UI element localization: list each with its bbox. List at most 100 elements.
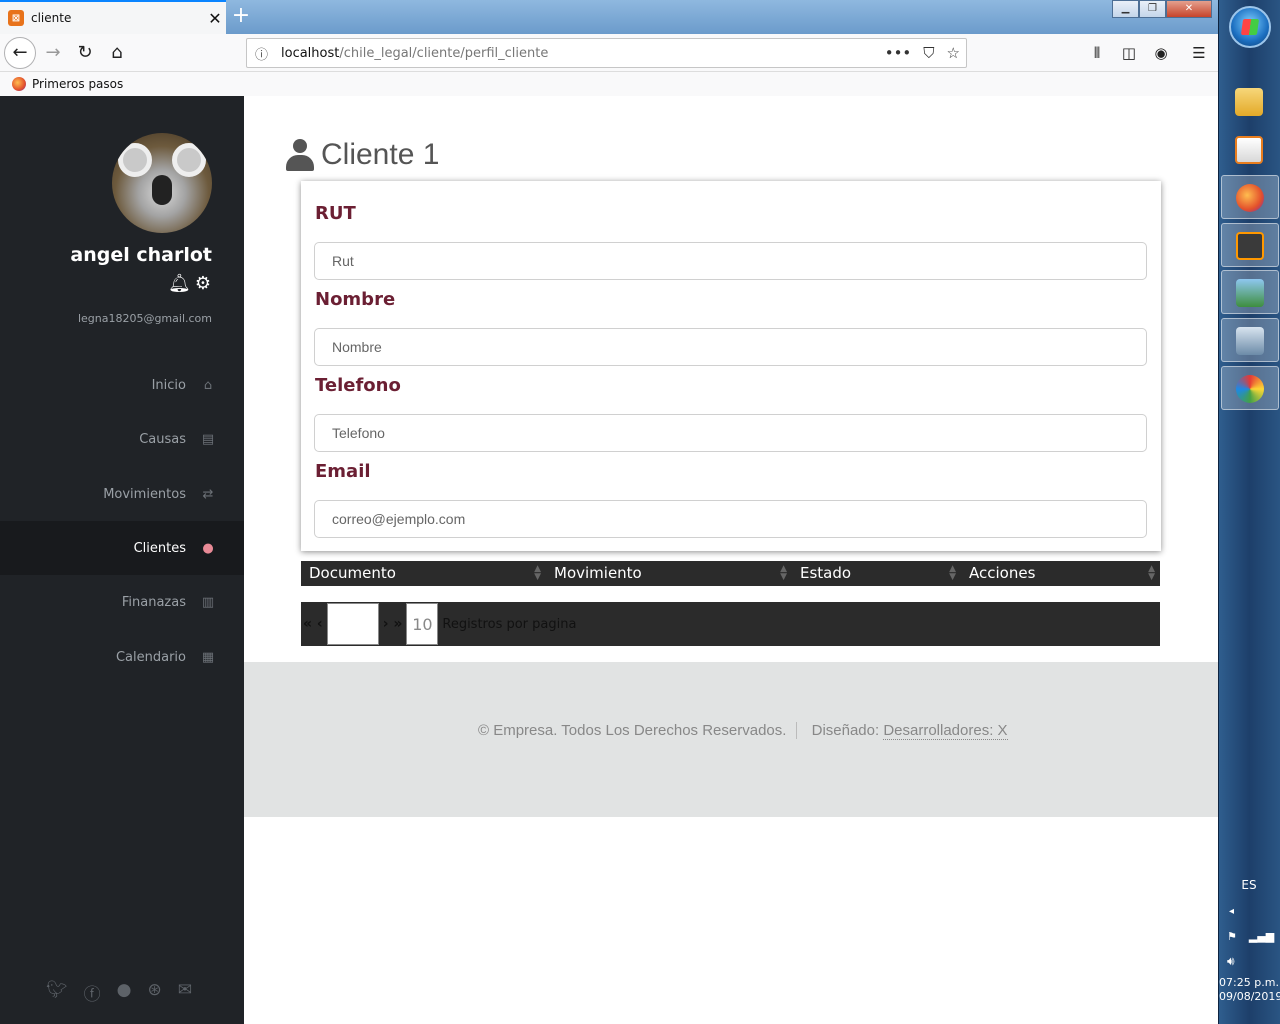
page-number-input[interactable]	[326, 603, 379, 645]
url-host: localhost	[281, 45, 340, 61]
bookmark-primeros-pasos[interactable]: Primeros pasos	[32, 77, 123, 91]
site-info-icon[interactable]: ⓘ	[255, 44, 271, 63]
system-clock[interactable]: 07:25 p.m. 09/08/2019	[1219, 976, 1280, 1004]
page-title: Cliente 1	[286, 138, 439, 172]
pocket-icon[interactable]: ⛉	[923, 44, 934, 62]
column-label: Documento	[309, 564, 396, 582]
dribbble-icon[interactable]: ⊛	[147, 980, 161, 1005]
sidebar: angel charlot 🔔︎ ⚙ legna18205@gmail.com …	[0, 96, 244, 1024]
client-form-card: RUT Nombre Telefono Email	[301, 181, 1161, 551]
reload-icon[interactable]: ↻	[70, 38, 100, 68]
paint-icon[interactable]	[1221, 366, 1279, 410]
per-page-select[interactable]: 10	[406, 603, 439, 645]
column-header-acciones[interactable]: Acciones ▲ ▼	[961, 561, 1160, 586]
telefono-label: Telefono	[315, 375, 401, 396]
nombre-field[interactable]	[314, 328, 1147, 366]
bar-chart-icon: ▥	[201, 594, 215, 610]
window-controls: ▁ ❐ ✕	[1112, 0, 1212, 18]
page-actions-icon[interactable]: •••	[885, 44, 912, 62]
column-label: Estado	[800, 564, 852, 582]
clock-time: 07:25 p.m.	[1219, 976, 1279, 989]
image-viewer-icon[interactable]	[1221, 270, 1279, 314]
facebook-icon[interactable]: ⓕ	[84, 980, 101, 1005]
sort-icon: ▲ ▼	[949, 564, 956, 582]
media-player-icon[interactable]	[1221, 128, 1279, 172]
footer: © Empresa. Todos Los Derechos Reservados…	[244, 662, 1218, 817]
user-icon: ●	[202, 540, 214, 556]
table-header: Documento ▲ ▼ Movimiento ▲ ▼ Estado ▲ ▼ Acc…	[301, 561, 1160, 586]
sidebar-item-clientes[interactable]: Clientes ●	[0, 521, 244, 575]
terminal-icon[interactable]	[1221, 318, 1279, 362]
bookmarks-bar: Primeros pasos	[0, 72, 1218, 96]
sidebar-item-finanazas[interactable]: Finanazas ▥	[0, 575, 244, 629]
developers-link[interactable]: Desarrolladores: X	[883, 722, 1008, 740]
show-hidden-icons-icon[interactable]: ◂	[1229, 906, 1234, 917]
browser-tab[interactable]: ⊠ cliente ✕	[0, 0, 226, 34]
calendar-icon: ▦	[201, 649, 215, 665]
sidebar-item-causas[interactable]: Causas ▤	[0, 412, 244, 466]
twitter-icon[interactable]: 🐦︎	[46, 980, 68, 1005]
telefono-field[interactable]	[314, 414, 1147, 452]
column-header-documento[interactable]: Documento ▲ ▼	[301, 561, 546, 586]
account-icon[interactable]: ◉	[1150, 38, 1172, 68]
home-icon[interactable]: ⌂	[102, 38, 132, 68]
sidebar-item-movimientos[interactable]: Movimientos ⇄	[0, 467, 244, 521]
language-indicator[interactable]: ES	[1219, 878, 1279, 892]
bell-icon[interactable]: 🔔︎	[168, 273, 191, 294]
username: angel charlot	[70, 244, 212, 266]
column-label: Acciones	[969, 564, 1036, 582]
designed-label: Diseñado:	[811, 722, 880, 739]
column-label: Movimiento	[554, 564, 642, 582]
minimize-icon[interactable]: ▁	[1112, 0, 1139, 18]
gear-icon[interactable]: ⚙	[195, 273, 211, 294]
new-tab-icon[interactable]: +	[228, 2, 254, 32]
column-header-estado[interactable]: Estado ▲ ▼	[792, 561, 961, 586]
sublime-text-icon[interactable]	[1221, 223, 1279, 267]
github-icon[interactable]: ●	[117, 980, 132, 1005]
sidebar-item-label: Finanazas	[121, 594, 186, 610]
sidebar-toggle-icon[interactable]: ◫	[1118, 38, 1140, 68]
email-field[interactable]	[314, 500, 1147, 538]
browser-tab-strip: ⊠ cliente ✕ + ▁ ❐ ✕	[0, 0, 1218, 34]
firefox-icon	[12, 77, 26, 91]
rut-field[interactable]	[314, 242, 1147, 280]
windows-taskbar: ES ◂ ⚑ ▂▄▆ 🔊︎ 07:25 p.m. 09/08/2019	[1218, 0, 1280, 1024]
column-header-movimiento[interactable]: Movimiento ▲ ▼	[546, 561, 792, 586]
url-bar[interactable]: ⓘ localhost/chile_legal/cliente/perfil_c…	[246, 38, 967, 68]
window-close-icon[interactable]: ✕	[1166, 0, 1212, 18]
back-arrow-icon[interactable]: ←	[4, 37, 36, 69]
network-signal-icon[interactable]: ▂▄▆	[1249, 930, 1274, 943]
home-icon: ⌂	[203, 377, 213, 393]
action-center-icon[interactable]: ⚑	[1227, 930, 1237, 943]
exchange-icon: ⇄	[202, 486, 214, 502]
volume-icon[interactable]: 🔊︎	[1227, 954, 1235, 969]
email-label: Email	[315, 461, 371, 482]
next-last-page-button[interactable]: › »	[381, 616, 405, 632]
sidebar-item-label: Inicio	[151, 377, 186, 393]
library-icon[interactable]: ⫴	[1086, 38, 1108, 68]
sort-icon: ▲ ▼	[1148, 564, 1155, 582]
sidebar-item-label: Causas	[139, 431, 186, 447]
forward-arrow-icon[interactable]: →	[38, 38, 68, 68]
restore-icon[interactable]: ❐	[1139, 0, 1166, 18]
first-prev-page-button[interactable]: « ‹	[301, 616, 325, 632]
nombre-label: Nombre	[315, 289, 396, 310]
pagination-bar: « ‹ › » 10 Registros por pagina	[301, 602, 1160, 646]
clock-date: 09/08/2019	[1219, 990, 1280, 1003]
envelope-icon[interactable]: ✉	[178, 980, 192, 1005]
user-tie-icon	[286, 139, 314, 171]
per-page-label: Registros por pagina	[442, 616, 577, 632]
social-links: 🐦︎ ⓕ ● ⊛ ✉	[46, 980, 192, 1005]
firefox-taskbar-icon[interactable]	[1221, 175, 1279, 219]
menu-hamburger-icon[interactable]: ☰	[1188, 38, 1210, 68]
close-tab-icon[interactable]: ✕	[204, 9, 226, 28]
start-button-icon[interactable]	[1229, 6, 1271, 48]
avatar	[112, 133, 212, 233]
bookmark-star-icon[interactable]: ☆	[947, 44, 960, 62]
sidebar-item-inicio[interactable]: Inicio ⌂	[0, 358, 244, 412]
sort-icon: ▲ ▼	[534, 564, 541, 582]
sidebar-item-calendario[interactable]: Calendario ▦	[0, 630, 244, 684]
rut-label: RUT	[315, 203, 356, 224]
document-icon: ▤	[201, 431, 215, 447]
file-explorer-icon[interactable]	[1221, 80, 1279, 124]
